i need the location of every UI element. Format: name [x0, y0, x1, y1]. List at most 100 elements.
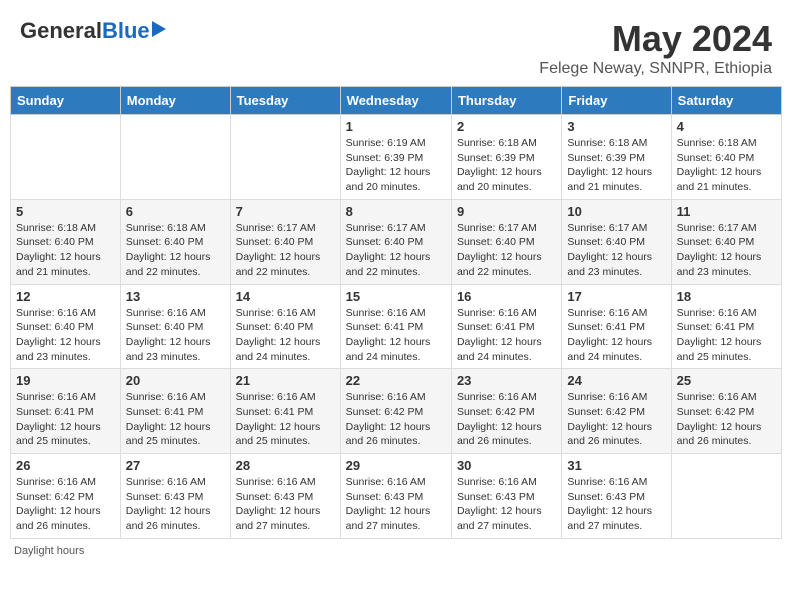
calendar-cell: 16 Sunrise: 6:16 AMSunset: 6:41 PMDayligh…: [451, 284, 561, 369]
day-number: 27: [126, 458, 225, 473]
day-number: 12: [16, 289, 115, 304]
day-info: Sunrise: 6:16 AMSunset: 6:40 PMDaylight:…: [126, 306, 225, 365]
day-info: Sunrise: 6:16 AMSunset: 6:43 PMDaylight:…: [126, 475, 225, 534]
day-info: Sunrise: 6:16 AMSunset: 6:41 PMDaylight:…: [16, 390, 115, 449]
daylight-hours-label: Daylight hours: [14, 545, 84, 557]
day-number: 20: [126, 373, 225, 388]
day-info: Sunrise: 6:17 AMSunset: 6:40 PMDaylight:…: [677, 221, 776, 280]
day-number: 30: [457, 458, 556, 473]
day-number: 7: [236, 204, 335, 219]
header: General Blue May 2024 Felege Neway, SNNP…: [10, 10, 782, 82]
calendar-cell: 8 Sunrise: 6:17 AMSunset: 6:40 PMDaylight…: [340, 199, 451, 284]
calendar-week-row: 12 Sunrise: 6:16 AMSunset: 6:40 PMDayligh…: [11, 284, 782, 369]
day-number: 9: [457, 204, 556, 219]
day-info: Sunrise: 6:16 AMSunset: 6:41 PMDaylight:…: [677, 306, 776, 365]
calendar-cell: 17 Sunrise: 6:16 AMSunset: 6:41 PMDayligh…: [562, 284, 671, 369]
day-number: 5: [16, 204, 115, 219]
day-info: Sunrise: 6:17 AMSunset: 6:40 PMDaylight:…: [457, 221, 556, 280]
calendar-cell: 20 Sunrise: 6:16 AMSunset: 6:41 PMDayligh…: [120, 369, 230, 454]
calendar-cell: 27 Sunrise: 6:16 AMSunset: 6:43 PMDayligh…: [120, 454, 230, 539]
day-number: 13: [126, 289, 225, 304]
logo-blue-text: Blue: [102, 18, 150, 44]
calendar-cell: 31Sunrise: 6:16 AMSunset: 6:43 PMDayligh…: [562, 454, 671, 539]
day-number: 29: [346, 458, 446, 473]
calendar-cell: 12 Sunrise: 6:16 AMSunset: 6:40 PMDayligh…: [11, 284, 121, 369]
day-info: Sunrise: 6:18 AMSunset: 6:40 PMDaylight:…: [16, 221, 115, 280]
logo: General Blue: [20, 18, 166, 44]
day-number: 31: [567, 458, 665, 473]
calendar-cell: 28Sunrise: 6:16 AMSunset: 6:43 PMDayligh…: [230, 454, 340, 539]
calendar-cell: [671, 454, 781, 539]
day-number: 6: [126, 204, 225, 219]
day-info: Sunrise: 6:16 AMSunset: 6:42 PMDaylight:…: [346, 390, 446, 449]
title-month: May 2024: [539, 18, 772, 60]
calendar-cell: 2Sunrise: 6:18 AMSunset: 6:39 PMDaylight…: [451, 115, 561, 200]
day-number: 22: [346, 373, 446, 388]
day-info: Sunrise: 6:17 AMSunset: 6:40 PMDaylight:…: [567, 221, 665, 280]
day-number: 16: [457, 289, 556, 304]
day-number: 17: [567, 289, 665, 304]
day-number: 3: [567, 119, 665, 134]
calendar-cell: 14 Sunrise: 6:16 AMSunset: 6:40 PMDayligh…: [230, 284, 340, 369]
page-container: General Blue May 2024 Felege Neway, SNNP…: [10, 10, 782, 557]
day-info: Sunrise: 6:16 AMSunset: 6:40 PMDaylight:…: [16, 306, 115, 365]
day-info: Sunrise: 6:17 AMSunset: 6:40 PMDaylight:…: [346, 221, 446, 280]
calendar-cell: 29 Sunrise: 6:16 AMSunset: 6:43 PMDayligh…: [340, 454, 451, 539]
calendar-cell: 13 Sunrise: 6:16 AMSunset: 6:40 PMDayligh…: [120, 284, 230, 369]
calendar-cell: 9 Sunrise: 6:17 AMSunset: 6:40 PMDaylight…: [451, 199, 561, 284]
calendar-cell: 7 Sunrise: 6:17 AMSunset: 6:40 PMDaylight…: [230, 199, 340, 284]
calendar-cell: [230, 115, 340, 200]
day-info: Sunrise: 6:18 AMSunset: 6:40 PMDaylight:…: [677, 136, 776, 195]
day-info: Sunrise: 6:17 AMSunset: 6:40 PMDaylight:…: [236, 221, 335, 280]
logo-general-text: General: [20, 18, 102, 44]
day-number: 14: [236, 289, 335, 304]
calendar-cell: 5 Sunrise: 6:18 AMSunset: 6:40 PMDaylight…: [11, 199, 121, 284]
day-info: Sunrise: 6:16 AMSunset: 6:41 PMDaylight:…: [126, 390, 225, 449]
calendar-cell: 21Sunrise: 6:16 AMSunset: 6:41 PMDayligh…: [230, 369, 340, 454]
calendar-cell: 6 Sunrise: 6:18 AMSunset: 6:40 PMDaylight…: [120, 199, 230, 284]
day-info: Sunrise: 6:16 AMSunset: 6:42 PMDaylight:…: [457, 390, 556, 449]
calendar-header-monday: Monday: [120, 87, 230, 115]
day-info: Sunrise: 6:16 AMSunset: 6:43 PMDaylight:…: [457, 475, 556, 534]
day-info: Sunrise: 6:16 AMSunset: 6:41 PMDaylight:…: [346, 306, 446, 365]
day-number: 25: [677, 373, 776, 388]
day-number: 15: [346, 289, 446, 304]
day-info: Sunrise: 6:16 AMSunset: 6:43 PMDaylight:…: [346, 475, 446, 534]
day-info: Sunrise: 6:16 AMSunset: 6:43 PMDaylight:…: [236, 475, 335, 534]
calendar-cell: 1 Sunrise: 6:19 AMSunset: 6:39 PMDaylight…: [340, 115, 451, 200]
day-info: Sunrise: 6:16 AMSunset: 6:42 PMDaylight:…: [677, 390, 776, 449]
day-number: 2: [457, 119, 556, 134]
calendar-week-row: 19Sunrise: 6:16 AMSunset: 6:41 PMDayligh…: [11, 369, 782, 454]
day-number: 23: [457, 373, 556, 388]
day-info: Sunrise: 6:19 AMSunset: 6:39 PMDaylight:…: [346, 136, 446, 195]
calendar-cell: 24Sunrise: 6:16 AMSunset: 6:42 PMDayligh…: [562, 369, 671, 454]
day-number: 18: [677, 289, 776, 304]
calendar-cell: 23 Sunrise: 6:16 AMSunset: 6:42 PMDayligh…: [451, 369, 561, 454]
calendar-header-friday: Friday: [562, 87, 671, 115]
calendar-cell: [120, 115, 230, 200]
calendar-cell: [11, 115, 121, 200]
day-info: Sunrise: 6:18 AMSunset: 6:40 PMDaylight:…: [126, 221, 225, 280]
day-number: 1: [346, 119, 446, 134]
day-info: Sunrise: 6:16 AMSunset: 6:40 PMDaylight:…: [236, 306, 335, 365]
day-info: Sunrise: 6:16 AMSunset: 6:41 PMDaylight:…: [457, 306, 556, 365]
day-number: 8: [346, 204, 446, 219]
calendar-cell: 15 Sunrise: 6:16 AMSunset: 6:41 PMDayligh…: [340, 284, 451, 369]
day-number: 4: [677, 119, 776, 134]
day-info: Sunrise: 6:16 AMSunset: 6:41 PMDaylight:…: [236, 390, 335, 449]
calendar-header-row: SundayMondayTuesdayWednesdayThursdayFrid…: [11, 87, 782, 115]
calendar-cell: 26 Sunrise: 6:16 AMSunset: 6:42 PMDayligh…: [11, 454, 121, 539]
calendar-cell: 22 Sunrise: 6:16 AMSunset: 6:42 PMDayligh…: [340, 369, 451, 454]
logo-arrow-icon: [152, 21, 166, 37]
day-info: Sunrise: 6:18 AMSunset: 6:39 PMDaylight:…: [567, 136, 665, 195]
day-info: Sunrise: 6:16 AMSunset: 6:42 PMDaylight:…: [16, 475, 115, 534]
day-number: 26: [16, 458, 115, 473]
day-number: 11: [677, 204, 776, 219]
calendar-cell: 4 Sunrise: 6:18 AMSunset: 6:40 PMDaylight…: [671, 115, 781, 200]
day-info: Sunrise: 6:16 AMSunset: 6:41 PMDaylight:…: [567, 306, 665, 365]
calendar-cell: 3 Sunrise: 6:18 AMSunset: 6:39 PMDaylight…: [562, 115, 671, 200]
calendar-week-row: 1 Sunrise: 6:19 AMSunset: 6:39 PMDaylight…: [11, 115, 782, 200]
calendar-header-wednesday: Wednesday: [340, 87, 451, 115]
calendar-cell: 11 Sunrise: 6:17 AMSunset: 6:40 PMDayligh…: [671, 199, 781, 284]
day-number: 24: [567, 373, 665, 388]
